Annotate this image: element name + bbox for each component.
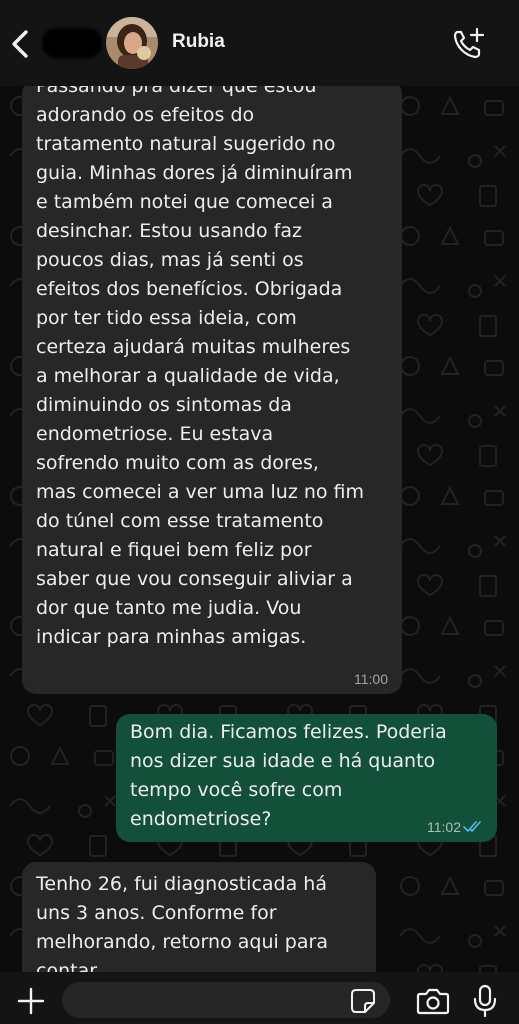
camera-icon — [416, 988, 450, 1015]
message-time: 11:00 — [354, 671, 388, 687]
sticker-icon — [351, 989, 375, 1013]
message-input[interactable] — [62, 982, 390, 1018]
avatar-image — [106, 17, 158, 69]
message-bubble-outgoing[interactable]: Bom dia. Ficamos felizes. Poderia nos di… — [116, 714, 497, 842]
chat-header: Rubia — [0, 0, 519, 86]
chat-area[interactable]: Passando pra dizer que estou adorando os… — [0, 86, 519, 972]
message-time: 11:02 — [427, 819, 461, 835]
add-call-button[interactable] — [450, 26, 486, 62]
contact-name[interactable]: Rubia — [172, 31, 225, 53]
avatar[interactable] — [106, 17, 158, 69]
back-button[interactable] — [6, 26, 36, 62]
redacted-area — [42, 28, 102, 58]
phone-plus-icon — [453, 27, 485, 59]
message-text: Passando pra dizer que estou adorando os… — [36, 86, 365, 648]
plus-icon — [17, 987, 45, 1015]
microphone-icon — [473, 984, 497, 1018]
chevron-left-icon — [12, 30, 28, 58]
message-composer — [0, 972, 519, 1024]
sticker-button[interactable] — [350, 988, 376, 1014]
chat-screen: Rubia Passando pra dizer que estou adora… — [0, 0, 519, 1024]
camera-button[interactable] — [416, 987, 450, 1015]
message-bubble-incoming[interactable]: Tenho 26, fui diagnosticada há uns 3 ano… — [22, 862, 376, 972]
microphone-button[interactable] — [472, 984, 498, 1018]
attach-button[interactable] — [16, 986, 46, 1016]
message-text: Bom dia. Ficamos felizes. Poderia nos di… — [130, 721, 447, 830]
message-text: Tenho 26, fui diagnosticada há uns 3 ano… — [36, 873, 328, 972]
read-receipt-icon — [463, 821, 481, 832]
message-bubble-incoming[interactable]: Passando pra dizer que estou adorando os… — [22, 86, 402, 694]
